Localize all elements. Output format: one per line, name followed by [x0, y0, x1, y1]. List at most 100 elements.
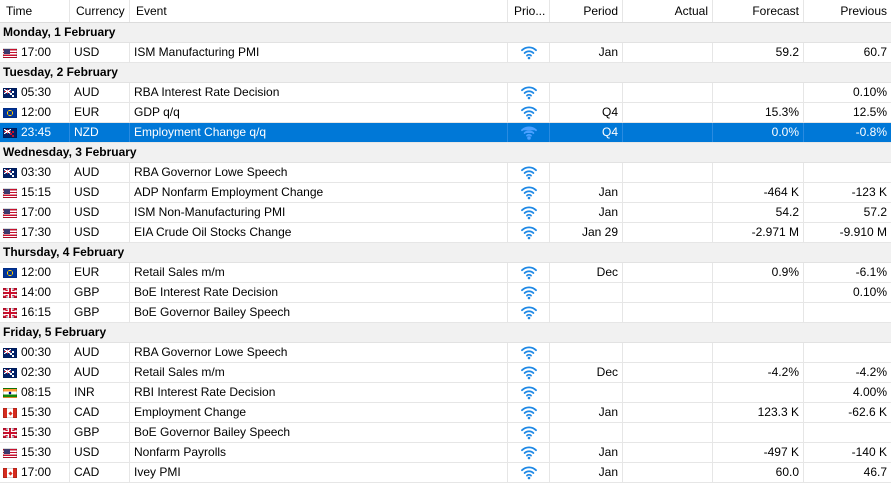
time-cell: 17:30: [0, 223, 70, 242]
time-cell: 15:30: [0, 443, 70, 462]
priority-cell: [508, 263, 550, 282]
previous-cell: 0.10%: [852, 285, 887, 299]
previous-cell: -62.6 K: [848, 405, 887, 419]
table-row[interactable]: 23:45 NZD Employment Change q/q Q4 0.0% -0.8%: [0, 123, 891, 143]
priority-cell: [508, 123, 550, 142]
forecast-cell: [713, 303, 804, 322]
table-row[interactable]: 15:15 USD ADP Nonfarm Employment Change Jan…: [0, 183, 891, 203]
flag-gbp-icon: [3, 287, 17, 298]
forecast-cell: [713, 283, 804, 302]
forecast-cell: [713, 383, 804, 402]
time-cell: 00:30: [0, 343, 70, 362]
event-cell: RBA Interest Rate Decision: [130, 83, 508, 102]
table-row[interactable]: 17:00 USD ISM Manufacturing PMI Jan 59.2 60.7: [0, 43, 891, 63]
time-text: 23:45: [21, 125, 52, 139]
previous-cell: -140 K: [851, 445, 887, 459]
event-cell: RBA Governor Lowe Speech: [130, 343, 508, 362]
table-row[interactable]: 12:00 EUR GDP q/q Q4 15.3% 12.5%: [0, 103, 891, 123]
table-row[interactable]: 17:00 USD ISM Non-Manufacturing PMI Jan 54.2…: [0, 203, 891, 223]
actual-cell: [623, 223, 713, 242]
actual-cell: [623, 343, 713, 362]
table-row[interactable]: 03:30 AUD RBA Governor Lowe Speech: [0, 163, 891, 183]
table-row[interactable]: 08:15 INR RBI Interest Rate Decision 4.00%: [0, 383, 891, 403]
column-header-previous[interactable]: Previous: [804, 0, 891, 22]
actual-cell: [623, 403, 713, 422]
column-header-period[interactable]: Period: [550, 0, 623, 22]
period-cell: [550, 343, 623, 362]
currency-cell: INR: [70, 383, 130, 402]
table-row[interactable]: 14:00 GBP BoE Interest Rate Decision 0.10%: [0, 283, 891, 303]
flag-aud-icon: [3, 347, 17, 358]
previous-cell: -0.8%: [855, 125, 887, 139]
table-row[interactable]: 15:30 USD Nonfarm Payrolls Jan -497 K -140 K: [0, 443, 891, 463]
flag-inr-icon: [3, 387, 17, 398]
currency-cell: USD: [70, 43, 130, 62]
column-header-time[interactable]: Time: [0, 0, 70, 22]
period-cell: Jan 29: [550, 223, 623, 242]
table-row[interactable]: 17:30 USD EIA Crude Oil Stocks Change Jan 2…: [0, 223, 891, 243]
wifi-icon: [520, 386, 537, 400]
event-cell: BoE Interest Rate Decision: [130, 283, 508, 302]
currency-cell: CAD: [70, 463, 130, 482]
actual-cell: [623, 43, 713, 62]
column-header-currency[interactable]: Currency: [70, 0, 130, 22]
flag-eur-icon: [3, 267, 17, 278]
previous-cell: -6.1%: [855, 265, 887, 279]
flag-usd-icon: [3, 47, 17, 58]
currency-cell: EUR: [70, 103, 130, 122]
priority-cell: [508, 203, 550, 222]
time-text: 02:30: [21, 365, 52, 379]
currency-cell: GBP: [70, 303, 130, 322]
time-text: 12:00: [21, 265, 52, 279]
column-header-actual[interactable]: Actual: [623, 0, 713, 22]
priority-cell: [508, 343, 550, 362]
actual-cell: [623, 83, 713, 102]
table-row[interactable]: 00:30 AUD RBA Governor Lowe Speech: [0, 343, 891, 363]
time-cell: 15:15: [0, 183, 70, 202]
column-header-forecast[interactable]: Forecast: [713, 0, 804, 22]
forecast-cell: 0.0%: [713, 123, 804, 142]
time-cell: 17:00: [0, 43, 70, 62]
time-cell: 17:00: [0, 463, 70, 482]
table-row[interactable]: 15:30 GBP BoE Governor Bailey Speech: [0, 423, 891, 443]
priority-cell: [508, 183, 550, 202]
period-cell: Jan: [550, 43, 623, 62]
flag-eur-icon: [3, 107, 17, 118]
day-header: Wednesday, 3 February: [0, 143, 891, 163]
currency-cell: GBP: [70, 423, 130, 442]
flag-usd-icon: [3, 207, 17, 218]
priority-cell: [508, 403, 550, 422]
time-cell: 05:30: [0, 83, 70, 102]
wifi-icon: [520, 426, 537, 440]
time-text: 14:00: [21, 285, 52, 299]
wifi-icon: [520, 106, 537, 120]
wifi-icon: [520, 126, 537, 140]
period-cell: [550, 303, 623, 322]
economic-calendar-table: Time Currency Event Prio... Period Actua…: [0, 0, 891, 483]
day-header: Monday, 1 February: [0, 23, 891, 43]
table-row[interactable]: 12:00 EUR Retail Sales m/m Dec 0.9% -6.1%: [0, 263, 891, 283]
table-row[interactable]: 16:15 GBP BoE Governor Bailey Speech: [0, 303, 891, 323]
table-row[interactable]: 17:00 CAD Ivey PMI Jan 60.0 46.7: [0, 463, 891, 483]
forecast-cell: [713, 343, 804, 362]
event-cell: RBI Interest Rate Decision: [130, 383, 508, 402]
period-cell: [550, 163, 623, 182]
column-header-priority[interactable]: Prio...: [508, 0, 550, 22]
flag-gbp-icon: [3, 427, 17, 438]
time-cell: 02:30: [0, 363, 70, 382]
time-text: 17:00: [21, 465, 52, 479]
priority-cell: [508, 463, 550, 482]
event-cell: Employment Change q/q: [130, 123, 508, 142]
forecast-cell: -4.2%: [713, 363, 804, 382]
table-row[interactable]: 15:30 CAD Employment Change Jan 123.3 K -62.6…: [0, 403, 891, 423]
wifi-icon: [520, 226, 537, 240]
flag-usd-icon: [3, 447, 17, 458]
table-row[interactable]: 05:30 AUD RBA Interest Rate Decision 0.10%: [0, 83, 891, 103]
wifi-icon: [520, 206, 537, 220]
period-cell: Q4: [550, 103, 623, 122]
period-cell: Jan: [550, 183, 623, 202]
column-header-event[interactable]: Event: [130, 0, 508, 22]
forecast-cell: -2.971 M: [713, 223, 804, 242]
actual-cell: [623, 283, 713, 302]
table-row[interactable]: 02:30 AUD Retail Sales m/m Dec -4.2% -4.2%: [0, 363, 891, 383]
